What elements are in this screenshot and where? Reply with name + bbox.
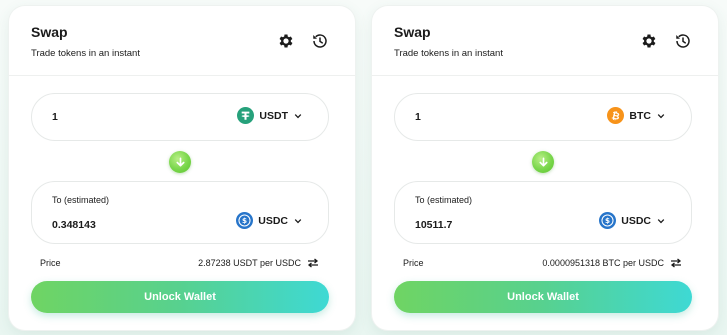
arrow-down-icon: [538, 157, 548, 167]
history-icon[interactable]: [311, 32, 329, 50]
to-token-box: To (estimated) 10511.7 $ USDC: [394, 181, 692, 244]
from-token-box: 1 USDT: [31, 93, 329, 141]
header-actions: [640, 32, 692, 50]
svg-text:$: $: [242, 216, 247, 225]
price-value: 0.0000951318 BTC per USDC: [542, 258, 682, 268]
from-token-selector[interactable]: ₿ BTC: [607, 107, 665, 124]
settings-gear-icon[interactable]: [640, 32, 658, 50]
card-header: Swap Trade tokens in an instant: [372, 6, 718, 76]
swap-arrows-icon[interactable]: [307, 258, 319, 268]
unlock-wallet-button[interactable]: Unlock Wallet: [394, 281, 692, 313]
to-estimated-label: To (estimated): [415, 195, 473, 205]
history-icon[interactable]: [674, 32, 692, 50]
price-text: 0.0000951318 BTC per USDC: [542, 258, 664, 268]
to-token-selector[interactable]: $ USDC: [599, 212, 665, 229]
unlock-wallet-button[interactable]: Unlock Wallet: [31, 281, 329, 313]
usdc-icon: $: [599, 212, 617, 229]
from-token-symbol: USDT: [259, 109, 288, 122]
to-token-selector[interactable]: $ USDC: [236, 212, 302, 229]
swap-arrows-icon[interactable]: [670, 258, 682, 268]
btc-icon: ₿: [607, 107, 625, 124]
card-header: Swap Trade tokens in an instant: [9, 6, 355, 76]
arrow-down-icon: [175, 157, 185, 167]
from-token-box: 1 ₿ BTC: [394, 93, 692, 141]
to-token-box: To (estimated) 0.348143 $ USDC: [31, 181, 329, 244]
price-label: Price: [40, 258, 61, 268]
chevron-down-icon: [657, 112, 665, 120]
from-amount-input[interactable]: 1: [52, 111, 58, 123]
swap-card-btc: Swap Trade tokens in an instant 1 ₿ BTC …: [372, 6, 718, 330]
from-token-selector[interactable]: USDT: [237, 107, 302, 124]
usdt-icon: [237, 107, 255, 124]
from-token-symbol: BTC: [629, 109, 651, 122]
svg-text:$: $: [605, 216, 610, 225]
from-amount-input[interactable]: 1: [415, 111, 421, 123]
swap-card-usdt: Swap Trade tokens in an instant 1 USDT T…: [9, 6, 355, 330]
to-amount-value: 0.348143: [52, 219, 96, 231]
to-amount-value: 10511.7: [415, 219, 453, 231]
settings-gear-icon[interactable]: [277, 32, 295, 50]
header-actions: [277, 32, 329, 50]
switch-direction-button[interactable]: [169, 151, 191, 173]
price-label: Price: [403, 258, 424, 268]
to-token-symbol: USDC: [258, 214, 288, 227]
chevron-down-icon: [294, 112, 302, 120]
chevron-down-icon: [294, 217, 302, 225]
to-token-symbol: USDC: [621, 214, 651, 227]
switch-direction-button[interactable]: [532, 151, 554, 173]
chevron-down-icon: [657, 217, 665, 225]
to-estimated-label: To (estimated): [52, 195, 110, 205]
price-text: 2.87238 USDT per USDC: [198, 258, 301, 268]
usdc-icon: $: [236, 212, 254, 229]
price-value: 2.87238 USDT per USDC: [198, 258, 319, 268]
